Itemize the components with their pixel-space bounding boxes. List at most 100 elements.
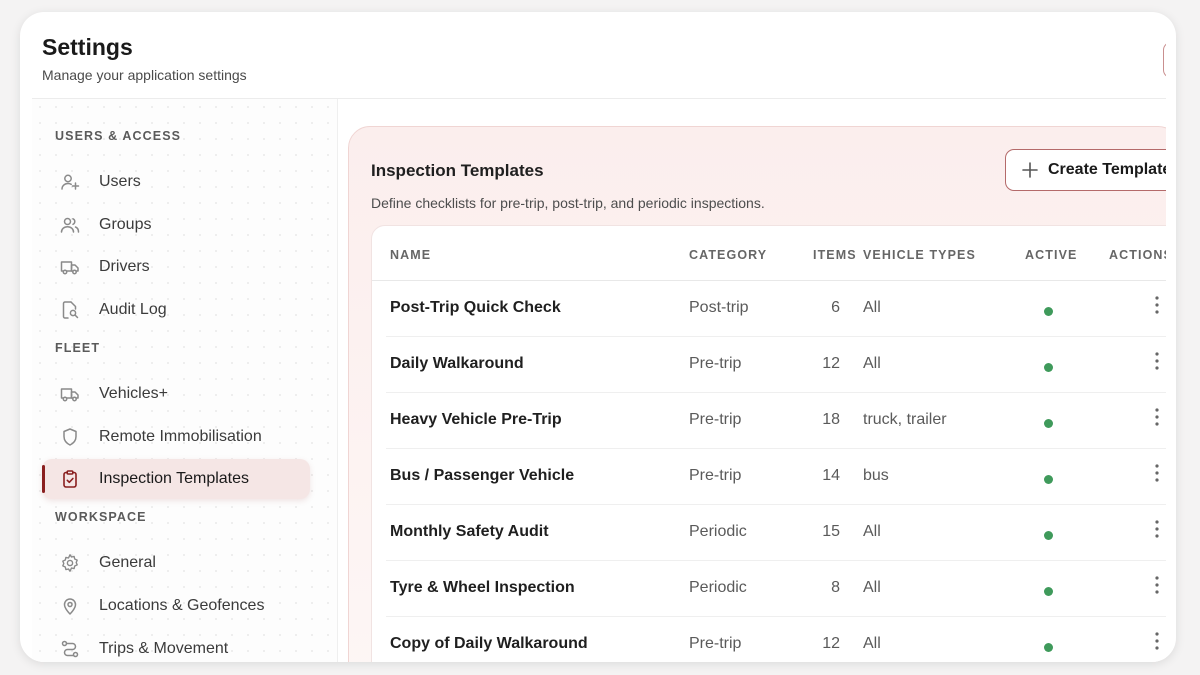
file-search-icon	[60, 300, 80, 320]
route-icon	[60, 639, 80, 659]
kebab-menu-icon[interactable]	[1152, 295, 1162, 315]
sidebar-item-label: Remote Immobilisation	[99, 428, 262, 445]
table-row[interactable]: Monthly Safety Audit Periodic 15 All	[372, 505, 1166, 561]
template-name[interactable]: Bus / Passenger Vehicle	[390, 467, 574, 485]
truck-icon	[60, 384, 80, 404]
active-status-dot	[1044, 363, 1053, 372]
active-status-dot	[1044, 643, 1053, 652]
template-vehicle-types: All	[863, 299, 881, 316]
active-status-dot	[1044, 307, 1053, 316]
sidebar-item-label: Vehicles+	[99, 385, 168, 402]
column-header-vehicle-types[interactable]: VEHICLE TYPES	[863, 248, 976, 262]
sidebar-item-general[interactable]: General	[42, 543, 310, 583]
template-name[interactable]: Daily Walkaround	[390, 355, 524, 373]
sidebar-item-trips-movement[interactable]: Trips & Movement	[42, 629, 310, 662]
inspection-templates-panel: Inspection Templates Define checklists f…	[348, 126, 1166, 662]
table-row[interactable]: Bus / Passenger Vehicle Pre-trip 14 bus	[372, 449, 1166, 505]
sidebar-item-label: Drivers	[99, 258, 150, 275]
sidebar-item-audit-log[interactable]: Audit Log	[42, 290, 310, 330]
column-header-items[interactable]: ITEMS	[813, 248, 857, 262]
table-row[interactable]: Post-Trip Quick Check Post-trip 6 All	[372, 281, 1166, 337]
create-template-label: Create Template	[1048, 161, 1166, 178]
clipboard-check-icon	[60, 469, 80, 489]
active-status-dot	[1044, 587, 1053, 596]
column-header-name[interactable]: NAME	[390, 248, 431, 262]
sidebar-item-label: Locations & Geofences	[99, 597, 265, 614]
sidebar: USERS & ACCESS Users Groups Drivers Audi…	[32, 99, 338, 662]
template-name[interactable]: Monthly Safety Audit	[390, 523, 549, 541]
plus-icon	[1022, 162, 1038, 178]
app-window: Settings Manage your application setting…	[20, 12, 1176, 662]
template-name[interactable]: Copy of Daily Walkaround	[390, 635, 588, 653]
gear-icon	[60, 553, 80, 573]
template-name[interactable]: Tyre & Wheel Inspection	[390, 579, 575, 597]
page-title: Settings	[42, 34, 133, 60]
user-plus-icon	[60, 172, 80, 192]
template-vehicle-types: truck, trailer	[863, 411, 947, 428]
template-category: Periodic	[689, 523, 747, 540]
template-category: Periodic	[689, 579, 747, 596]
template-category: Pre-trip	[689, 355, 742, 372]
kebab-menu-icon[interactable]	[1152, 351, 1162, 371]
truck-icon	[60, 257, 80, 277]
template-category: Pre-trip	[689, 635, 742, 652]
table-row[interactable]: Heavy Vehicle Pre-Trip Pre-trip 18 truck…	[372, 393, 1166, 449]
template-vehicle-types: All	[863, 523, 881, 540]
app-content: Settings Manage your application setting…	[32, 22, 1166, 662]
sidebar-item-vehicles[interactable]: Vehicles+	[42, 374, 310, 414]
template-vehicle-types: All	[863, 579, 881, 596]
template-items-count: 12	[822, 635, 840, 652]
sidebar-item-groups[interactable]: Groups	[42, 205, 310, 245]
table-row[interactable]: Tyre & Wheel Inspection Periodic 8 All	[372, 561, 1166, 617]
create-template-button[interactable]: Create Template	[1005, 149, 1166, 191]
template-vehicle-types: All	[863, 355, 881, 372]
sidebar-item-label: Inspection Templates	[99, 470, 250, 487]
header-action-button[interactable]	[1163, 42, 1166, 78]
template-items-count: 14	[822, 467, 840, 484]
sidebar-item-label: Trips & Movement	[99, 640, 229, 657]
section-label-workspace: WORKSPACE	[55, 510, 147, 524]
template-category: Pre-trip	[689, 467, 742, 484]
panel-description: Define checklists for pre-trip, post-tri…	[371, 195, 765, 211]
template-vehicle-types: bus	[863, 467, 889, 484]
sidebar-item-label: General	[99, 554, 156, 571]
template-items-count: 6	[831, 299, 840, 316]
table-row[interactable]: Copy of Daily Walkaround Pre-trip 12 All	[372, 617, 1166, 662]
template-category: Post-trip	[689, 299, 749, 316]
template-name[interactable]: Heavy Vehicle Pre-Trip	[390, 411, 562, 429]
template-items-count: 12	[822, 355, 840, 372]
active-status-dot	[1044, 531, 1053, 540]
templates-table: NAME CATEGORY ITEMS VEHICLE TYPES ACTIVE…	[371, 225, 1166, 662]
kebab-menu-icon[interactable]	[1152, 631, 1162, 651]
sidebar-item-users[interactable]: Users	[42, 162, 310, 202]
sidebar-item-inspection-templates[interactable]: Inspection Templates	[42, 459, 310, 499]
template-name[interactable]: Post-Trip Quick Check	[390, 299, 561, 317]
template-items-count: 18	[822, 411, 840, 428]
users-icon	[60, 215, 80, 235]
page-header: Settings Manage your application setting…	[32, 22, 1166, 99]
kebab-menu-icon[interactable]	[1152, 463, 1162, 483]
section-label-users-access: USERS & ACCESS	[55, 129, 182, 143]
sidebar-item-drivers[interactable]: Drivers	[42, 247, 310, 287]
map-pin-icon	[60, 596, 80, 616]
section-label-fleet: FLEET	[55, 341, 101, 355]
sidebar-item-label: Users	[99, 173, 141, 190]
column-header-category[interactable]: CATEGORY	[689, 248, 767, 262]
kebab-menu-icon[interactable]	[1152, 407, 1162, 427]
shield-icon	[60, 427, 80, 447]
template-vehicle-types: All	[863, 635, 881, 652]
panel-title: Inspection Templates	[371, 161, 544, 180]
sidebar-item-label: Groups	[99, 216, 152, 233]
column-header-active[interactable]: ACTIVE	[1025, 248, 1077, 262]
column-header-actions: ACTIONS	[1109, 248, 1166, 262]
active-status-dot	[1044, 475, 1053, 484]
kebab-menu-icon[interactable]	[1152, 519, 1162, 539]
kebab-menu-icon[interactable]	[1152, 575, 1162, 595]
sidebar-item-locations-geofences[interactable]: Locations & Geofences	[42, 586, 310, 626]
template-category: Pre-trip	[689, 411, 742, 428]
template-items-count: 8	[831, 579, 840, 596]
sidebar-item-remote-immobilisation[interactable]: Remote Immobilisation	[42, 417, 310, 457]
table-row[interactable]: Daily Walkaround Pre-trip 12 All	[372, 337, 1166, 393]
active-status-dot	[1044, 419, 1053, 428]
sidebar-item-label: Audit Log	[99, 301, 167, 318]
